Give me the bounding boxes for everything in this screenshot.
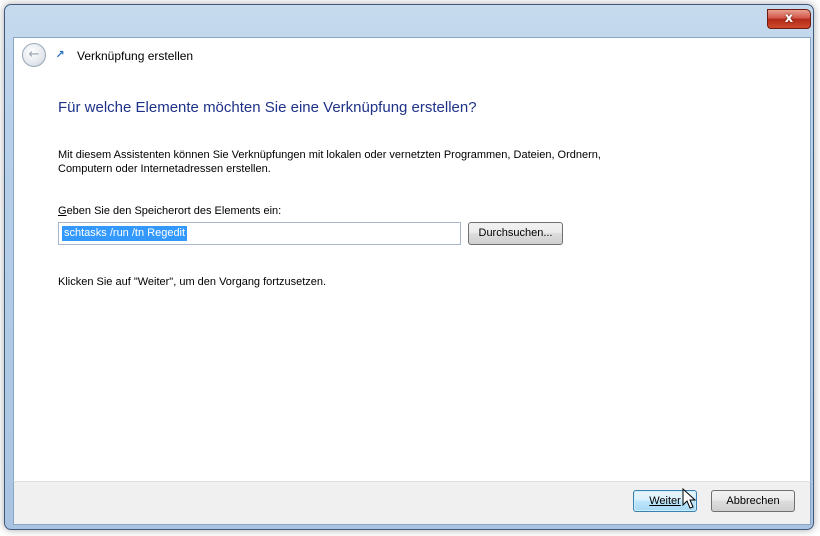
back-arrow-icon: ←	[28, 47, 40, 62]
location-label-accesskey: G	[58, 205, 67, 217]
location-label: Geben Sie den Speicherort des Elements e…	[58, 205, 281, 217]
next-button-label: Weiter	[649, 495, 681, 507]
wizard-content: Für welche Elemente möchten Sie eine Ver…	[13, 73, 811, 481]
back-button[interactable]: ←	[22, 43, 46, 67]
wizard-window: x ← ↗ Verknüpfung erstellen Für welche E…	[4, 4, 814, 530]
cancel-button[interactable]: Abbrechen	[711, 490, 795, 512]
wizard-title: Verknüpfung erstellen	[77, 49, 194, 63]
wizard-header: ← ↗ Verknüpfung erstellen	[13, 37, 811, 73]
mouse-pointer-icon	[682, 488, 696, 509]
close-button[interactable]: x	[767, 9, 811, 29]
shortcut-wizard-icon: ↗	[55, 48, 65, 61]
location-label-text: eben Sie den Speicherort des Elements ei…	[66, 205, 282, 217]
description-text: Mit diesem Assistenten können Sie Verknü…	[58, 149, 601, 175]
location-input[interactable]: schtasks /run /tn Regedit	[58, 222, 461, 245]
continue-hint: Klicken Sie auf "Weiter", um den Vorgang…	[58, 276, 327, 288]
browse-button[interactable]: Durchsuchen...	[468, 222, 563, 245]
location-input-value: schtasks /run /tn Regedit	[62, 226, 188, 241]
page-heading: Für welche Elemente möchten Sie eine Ver…	[58, 99, 477, 116]
close-icon: x	[784, 11, 794, 26]
